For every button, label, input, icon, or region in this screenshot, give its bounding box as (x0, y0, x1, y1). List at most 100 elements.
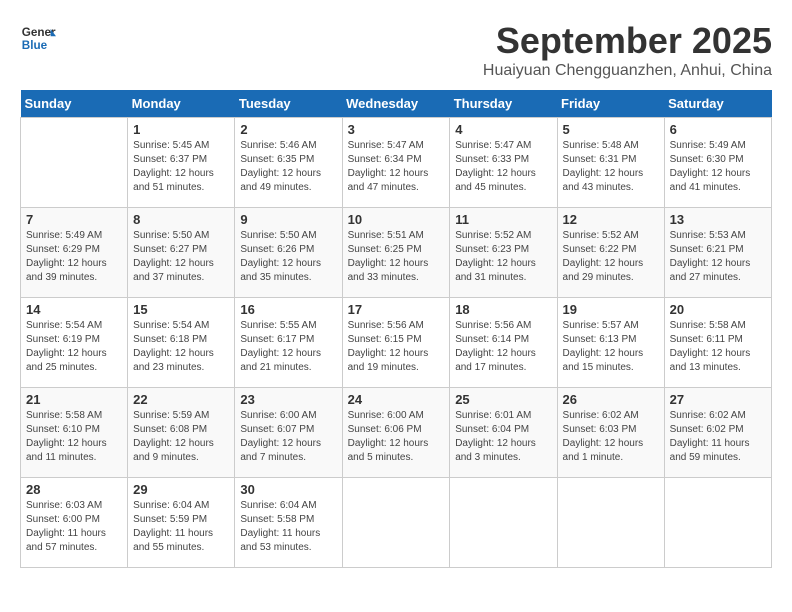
day-info: Sunrise: 5:47 AM Sunset: 6:33 PM Dayligh… (455, 139, 551, 195)
day-number: 24 (348, 392, 445, 407)
day-info: Sunrise: 6:02 AM Sunset: 6:02 PM Dayligh… (670, 409, 766, 465)
day-info: Sunrise: 6:02 AM Sunset: 6:03 PM Dayligh… (563, 409, 659, 465)
day-number: 21 (26, 392, 122, 407)
calendar-cell: 20Sunrise: 5:58 AM Sunset: 6:11 PM Dayli… (664, 298, 771, 388)
calendar-cell: 19 Sunrise: 5:57 AM Sunset: 6:13 PM Dayli… (557, 298, 664, 388)
calendar-cell: 17 Sunrise: 5:56 AM Sunset: 6:15 PM Dayli… (342, 298, 450, 388)
week-row-5: 28 Sunrise: 6:03 AM Sunset: 6:00 PM Dayli… (21, 478, 772, 568)
week-row-1: 1 Sunrise: 5:45 AM Sunset: 6:37 PM Daylig… (21, 118, 772, 208)
day-number: 6 (670, 122, 766, 137)
day-info: Sunrise: 6:01 AM Sunset: 6:04 PM Dayligh… (455, 409, 551, 465)
day-number: 26 (563, 392, 659, 407)
day-info: Sunrise: 5:49 AM Sunset: 6:30 PM Dayligh… (670, 139, 766, 195)
page-header: General Blue September 2025 Huaiyuan Che… (20, 20, 772, 80)
calendar-cell: 16 Sunrise: 5:55 AM Sunset: 6:17 PM Dayli… (235, 298, 342, 388)
calendar-cell: 27 Sunrise: 6:02 AM Sunset: 6:02 PM Dayli… (664, 388, 771, 478)
day-info: Sunrise: 5:53 AM Sunset: 6:21 PM Dayligh… (670, 229, 766, 285)
day-info: Sunrise: 5:50 AM Sunset: 6:26 PM Dayligh… (240, 229, 336, 285)
day-number: 12 (563, 212, 659, 227)
calendar-cell: 9 Sunrise: 5:50 AM Sunset: 6:26 PM Daylig… (235, 208, 342, 298)
day-number: 8 (133, 212, 229, 227)
day-number: 15 (133, 302, 229, 317)
day-number: 30 (240, 482, 336, 497)
calendar-cell: 26 Sunrise: 6:02 AM Sunset: 6:03 PM Dayli… (557, 388, 664, 478)
day-info: Sunrise: 5:56 AM Sunset: 6:14 PM Dayligh… (455, 319, 551, 375)
day-number: 16 (240, 302, 336, 317)
day-number: 23 (240, 392, 336, 407)
col-header-monday: Monday (128, 90, 235, 118)
calendar-cell: 1 Sunrise: 5:45 AM Sunset: 6:37 PM Daylig… (128, 118, 235, 208)
calendar-cell: 10 Sunrise: 5:51 AM Sunset: 6:25 PM Dayli… (342, 208, 450, 298)
calendar-cell: 22 Sunrise: 5:59 AM Sunset: 6:08 PM Dayli… (128, 388, 235, 478)
day-info: Sunrise: 6:00 AM Sunset: 6:07 PM Dayligh… (240, 409, 336, 465)
day-number: 10 (348, 212, 445, 227)
day-number: 18 (455, 302, 551, 317)
day-info: Sunrise: 5:58 AM Sunset: 6:10 PM Dayligh… (26, 409, 122, 465)
logo-icon: General Blue (20, 20, 56, 56)
calendar-cell (664, 478, 771, 568)
day-info: Sunrise: 5:48 AM Sunset: 6:31 PM Dayligh… (563, 139, 659, 195)
calendar-cell: 4 Sunrise: 5:47 AM Sunset: 6:33 PM Daylig… (450, 118, 557, 208)
day-number: 27 (670, 392, 766, 407)
logo: General Blue (20, 20, 56, 56)
day-number: 1 (133, 122, 229, 137)
calendar-cell: 29Sunrise: 6:04 AM Sunset: 5:59 PM Dayli… (128, 478, 235, 568)
calendar-cell (342, 478, 450, 568)
day-info: Sunrise: 5:54 AM Sunset: 6:18 PM Dayligh… (133, 319, 229, 375)
day-number: 19 (563, 302, 659, 317)
col-header-thursday: Thursday (450, 90, 557, 118)
day-info: Sunrise: 5:56 AM Sunset: 6:15 PM Dayligh… (348, 319, 445, 375)
day-info: Sunrise: 5:59 AM Sunset: 6:08 PM Dayligh… (133, 409, 229, 465)
day-number: 22 (133, 392, 229, 407)
day-number: 7 (26, 212, 122, 227)
day-number: 9 (240, 212, 336, 227)
calendar-cell: 8Sunrise: 5:50 AM Sunset: 6:27 PM Daylig… (128, 208, 235, 298)
day-number: 4 (455, 122, 551, 137)
day-info: Sunrise: 5:51 AM Sunset: 6:25 PM Dayligh… (348, 229, 445, 285)
col-header-wednesday: Wednesday (342, 90, 450, 118)
day-number: 11 (455, 212, 551, 227)
day-info: Sunrise: 5:46 AM Sunset: 6:35 PM Dayligh… (240, 139, 336, 195)
day-info: Sunrise: 5:57 AM Sunset: 6:13 PM Dayligh… (563, 319, 659, 375)
calendar-cell: 14Sunrise: 5:54 AM Sunset: 6:19 PM Dayli… (21, 298, 128, 388)
calendar-cell: 21 Sunrise: 5:58 AM Sunset: 6:10 PM Dayli… (21, 388, 128, 478)
calendar-cell: 30 Sunrise: 6:04 AM Sunset: 5:58 PM Dayli… (235, 478, 342, 568)
calendar-table: SundayMondayTuesdayWednesdayThursdayFrid… (20, 90, 772, 568)
day-number: 28 (26, 482, 122, 497)
col-header-sunday: Sunday (21, 90, 128, 118)
calendar-cell (450, 478, 557, 568)
calendar-cell: 15 Sunrise: 5:54 AM Sunset: 6:18 PM Dayli… (128, 298, 235, 388)
calendar-cell: 13Sunrise: 5:53 AM Sunset: 6:21 PM Dayli… (664, 208, 771, 298)
day-info: Sunrise: 5:55 AM Sunset: 6:17 PM Dayligh… (240, 319, 336, 375)
title-block: September 2025 Huaiyuan Chengguanzhen, A… (483, 20, 772, 80)
week-row-2: 7 Sunrise: 5:49 AM Sunset: 6:29 PM Daylig… (21, 208, 772, 298)
calendar-cell: 28 Sunrise: 6:03 AM Sunset: 6:00 PM Dayli… (21, 478, 128, 568)
calendar-cell: 11Sunrise: 5:52 AM Sunset: 6:23 PM Dayli… (450, 208, 557, 298)
week-row-3: 14Sunrise: 5:54 AM Sunset: 6:19 PM Dayli… (21, 298, 772, 388)
col-header-tuesday: Tuesday (235, 90, 342, 118)
day-info: Sunrise: 6:03 AM Sunset: 6:00 PM Dayligh… (26, 499, 122, 555)
day-info: Sunrise: 5:47 AM Sunset: 6:34 PM Dayligh… (348, 139, 445, 195)
day-info: Sunrise: 6:04 AM Sunset: 5:58 PM Dayligh… (240, 499, 336, 555)
day-info: Sunrise: 5:58 AM Sunset: 6:11 PM Dayligh… (670, 319, 766, 375)
month-title: September 2025 (483, 20, 772, 62)
day-number: 17 (348, 302, 445, 317)
calendar-cell (21, 118, 128, 208)
calendar-cell: 3Sunrise: 5:47 AM Sunset: 6:34 PM Daylig… (342, 118, 450, 208)
day-info: Sunrise: 5:49 AM Sunset: 6:29 PM Dayligh… (26, 229, 122, 285)
col-header-saturday: Saturday (664, 90, 771, 118)
day-info: Sunrise: 5:54 AM Sunset: 6:19 PM Dayligh… (26, 319, 122, 375)
svg-text:Blue: Blue (22, 39, 48, 52)
calendar-cell: 2Sunrise: 5:46 AM Sunset: 6:35 PM Daylig… (235, 118, 342, 208)
calendar-cell: 18 Sunrise: 5:56 AM Sunset: 6:14 PM Dayli… (450, 298, 557, 388)
calendar-cell: 23 Sunrise: 6:00 AM Sunset: 6:07 PM Dayli… (235, 388, 342, 478)
day-info: Sunrise: 5:45 AM Sunset: 6:37 PM Dayligh… (133, 139, 229, 195)
location-subtitle: Huaiyuan Chengguanzhen, Anhui, China (483, 62, 772, 80)
calendar-cell: 25 Sunrise: 6:01 AM Sunset: 6:04 PM Dayli… (450, 388, 557, 478)
week-row-4: 21 Sunrise: 5:58 AM Sunset: 6:10 PM Dayli… (21, 388, 772, 478)
day-number: 29 (133, 482, 229, 497)
day-number: 25 (455, 392, 551, 407)
day-info: Sunrise: 5:52 AM Sunset: 6:22 PM Dayligh… (563, 229, 659, 285)
calendar-cell (557, 478, 664, 568)
calendar-cell: 24Sunrise: 6:00 AM Sunset: 6:06 PM Dayli… (342, 388, 450, 478)
